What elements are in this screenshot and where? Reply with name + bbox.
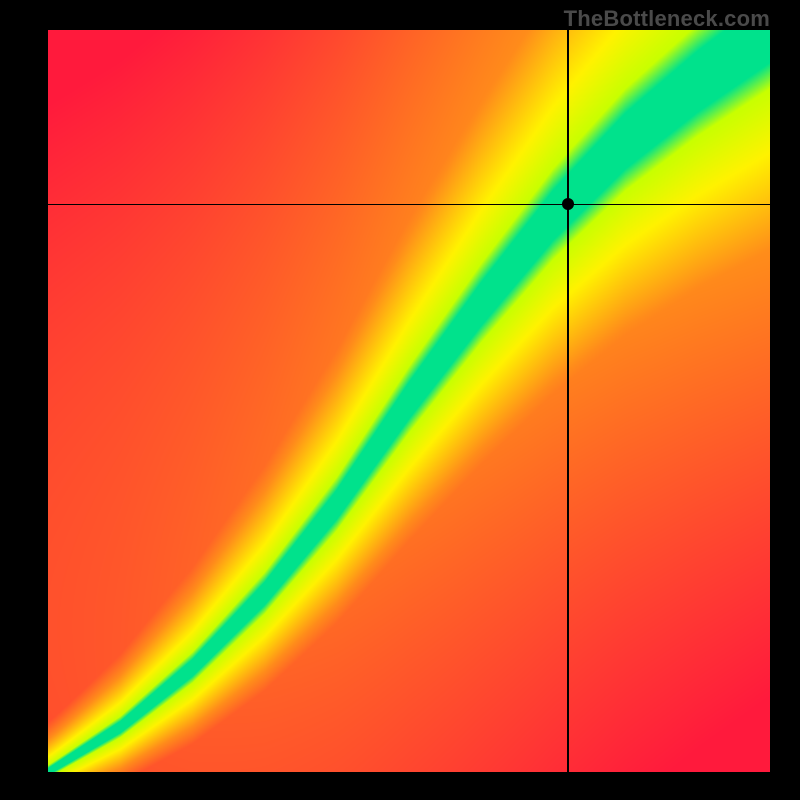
chart-container: TheBottleneck.com	[0, 0, 800, 800]
plot-area	[48, 30, 770, 772]
heatmap-canvas	[48, 30, 770, 772]
crosshair-horizontal	[48, 204, 770, 206]
crosshair-vertical	[567, 30, 569, 772]
watermark-text: TheBottleneck.com	[564, 6, 770, 32]
data-point-marker	[562, 198, 574, 210]
